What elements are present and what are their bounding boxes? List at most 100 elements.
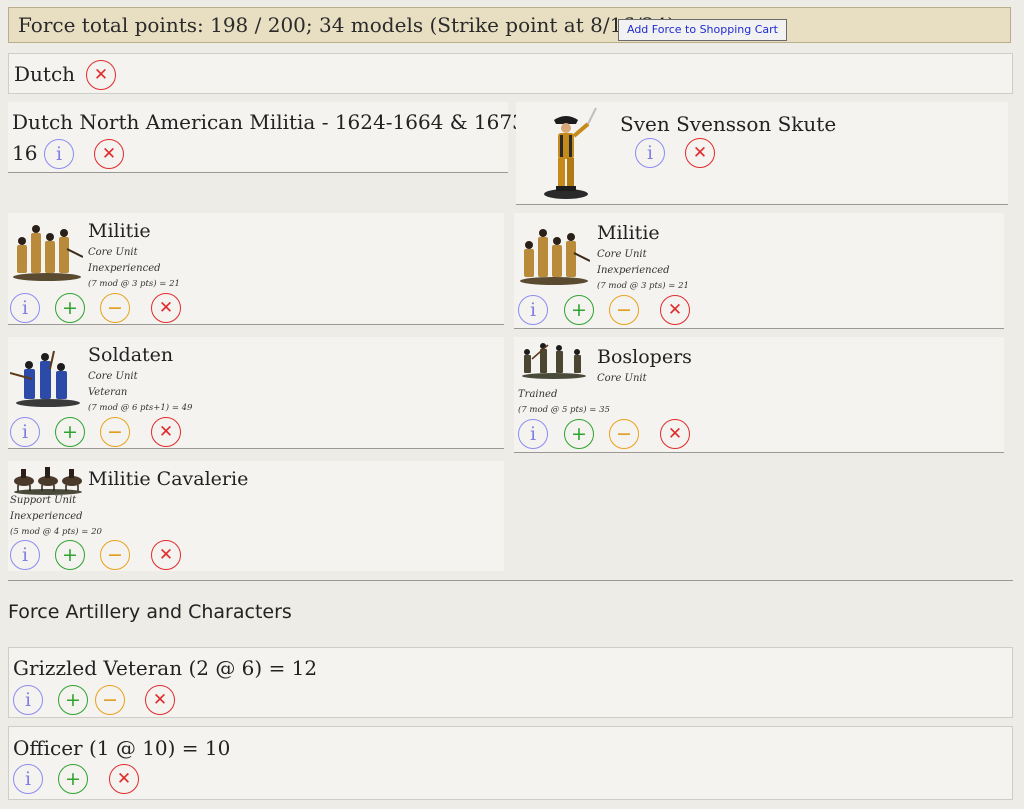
- delete-force-button[interactable]: ✕: [94, 139, 124, 169]
- plus-icon: +: [62, 421, 78, 443]
- force-summary-bar: Force total points: 198 / 200; 34 models…: [8, 7, 1011, 43]
- unit-info-button[interactable]: i: [518, 295, 548, 325]
- character-panel: Officer (1 @ 10) = 10 i + ✕: [8, 726, 1013, 800]
- info-icon: i: [55, 143, 63, 165]
- unit-type: Core Unit: [88, 247, 138, 258]
- unit-info-button[interactable]: i: [10, 540, 40, 570]
- delete-unit-button[interactable]: ✕: [151, 540, 181, 570]
- delete-unit-button[interactable]: ✕: [660, 295, 690, 325]
- minus-icon: −: [616, 299, 632, 321]
- close-icon: ✕: [152, 690, 168, 710]
- delete-character-button[interactable]: ✕: [145, 685, 175, 715]
- unit-cost: (7 mod @ 5 pts) = 35: [518, 405, 610, 415]
- plus-icon: +: [65, 768, 81, 790]
- unit-type: Core Unit: [88, 371, 138, 382]
- remove-model-button[interactable]: −: [609, 295, 639, 325]
- delete-character-button[interactable]: ✕: [109, 764, 139, 794]
- unit-name: Soldaten: [88, 344, 174, 366]
- plus-icon: +: [62, 297, 78, 319]
- character-label: Grizzled Veteran (2 @ 6) = 12: [13, 656, 318, 680]
- info-icon: i: [21, 544, 29, 566]
- commander-panel: Sven Svensson Skute i ✕: [516, 102, 1008, 205]
- force-total-text: Force total points: 198 / 200; 34 models…: [18, 13, 676, 37]
- info-icon: i: [21, 297, 29, 319]
- unit-name: Militie Cavalerie: [88, 468, 249, 490]
- delete-unit-button[interactable]: ✕: [151, 417, 181, 447]
- unit-type: Core Unit: [597, 373, 647, 384]
- unit-card: Militie Cavalerie Support Unit Inexperie…: [8, 461, 504, 571]
- character-info-button[interactable]: i: [13, 685, 43, 715]
- cavalry-figures-image: [14, 467, 82, 495]
- unit-experience: Inexperienced: [597, 265, 670, 276]
- unit-info-button[interactable]: i: [10, 293, 40, 323]
- add-model-button[interactable]: +: [564, 295, 594, 325]
- close-icon: ✕: [116, 769, 132, 789]
- character-panel: Grizzled Veteran (2 @ 6) = 12 i + − ✕: [8, 647, 1013, 718]
- character-info-button[interactable]: i: [13, 764, 43, 794]
- unit-card: Soldaten Core Unit Veteran (7 mod @ 6 pt…: [8, 337, 504, 449]
- force-name-line1: Dutch North American Militia - 1624-1664…: [12, 110, 532, 134]
- delete-unit-button[interactable]: ✕: [151, 293, 181, 323]
- close-icon: ✕: [667, 424, 683, 444]
- unit-type: Core Unit: [597, 249, 647, 260]
- plus-icon: +: [62, 544, 78, 566]
- unit-cost: (7 mod @ 6 pts+1) = 49: [88, 403, 193, 413]
- close-icon: ✕: [101, 144, 117, 164]
- unit-cost: (5 mod @ 4 pts) = 20: [10, 527, 102, 537]
- commander-info-button[interactable]: i: [635, 138, 665, 168]
- add-character-button[interactable]: +: [58, 764, 88, 794]
- unit-cost: (7 mod @ 3 pts) = 21: [88, 279, 180, 289]
- remove-model-button[interactable]: −: [100, 293, 130, 323]
- info-icon: i: [529, 423, 537, 445]
- force-name-line2: 16: [12, 141, 38, 165]
- delete-unit-button[interactable]: ✕: [660, 419, 690, 449]
- close-icon: ✕: [692, 143, 708, 163]
- remove-character-button[interactable]: −: [95, 685, 125, 715]
- add-model-button[interactable]: +: [55, 540, 85, 570]
- minus-icon: −: [107, 544, 123, 566]
- unit-name: Militie: [597, 222, 660, 244]
- add-model-button[interactable]: +: [55, 293, 85, 323]
- commander-figure-image: [544, 107, 597, 199]
- add-model-button[interactable]: +: [564, 419, 594, 449]
- unit-cost: (7 mod @ 3 pts) = 21: [597, 281, 689, 291]
- close-icon: ✕: [93, 65, 109, 85]
- info-icon: i: [24, 689, 32, 711]
- info-icon: i: [529, 299, 537, 321]
- minus-icon: −: [102, 689, 118, 711]
- unit-info-button[interactable]: i: [518, 419, 548, 449]
- delete-commander-button[interactable]: ✕: [685, 138, 715, 168]
- unit-name: Militie: [88, 220, 151, 242]
- unit-experience: Trained: [518, 389, 558, 400]
- remove-model-button[interactable]: −: [100, 540, 130, 570]
- plus-icon: +: [65, 689, 81, 711]
- unit-experience: Inexperienced: [10, 511, 83, 522]
- close-icon: ✕: [158, 422, 174, 442]
- close-icon: ✕: [158, 545, 174, 565]
- remove-model-button[interactable]: −: [609, 419, 639, 449]
- delete-nation-button[interactable]: ✕: [86, 60, 116, 90]
- close-icon: ✕: [667, 300, 683, 320]
- unit-experience: Inexperienced: [88, 263, 161, 274]
- add-model-button[interactable]: +: [55, 417, 85, 447]
- force-info-button[interactable]: i: [44, 139, 74, 169]
- militie-figures-image: [520, 229, 590, 285]
- plus-icon: +: [571, 299, 587, 321]
- close-icon: ✕: [158, 298, 174, 318]
- plus-icon: +: [571, 423, 587, 445]
- militie-figures-image: [13, 225, 83, 281]
- unit-info-button[interactable]: i: [10, 417, 40, 447]
- minus-icon: −: [107, 421, 123, 443]
- unit-type: Support Unit: [10, 495, 77, 506]
- minus-icon: −: [107, 297, 123, 319]
- soldaten-figures-image: [10, 350, 80, 407]
- unit-card: Militie Core Unit Inexperienced (7 mod @…: [8, 213, 504, 325]
- unit-experience: Veteran: [88, 387, 128, 398]
- add-character-button[interactable]: +: [58, 685, 88, 715]
- remove-model-button[interactable]: −: [100, 417, 130, 447]
- unit-card: Militie Core Unit Inexperienced (7 mod @…: [514, 213, 1004, 329]
- artillery-section-title: Force Artillery and Characters: [8, 601, 292, 623]
- nation-name: Dutch: [14, 62, 76, 86]
- section-divider: [8, 580, 1013, 581]
- add-to-cart-button[interactable]: Add Force to Shopping Cart: [618, 19, 787, 41]
